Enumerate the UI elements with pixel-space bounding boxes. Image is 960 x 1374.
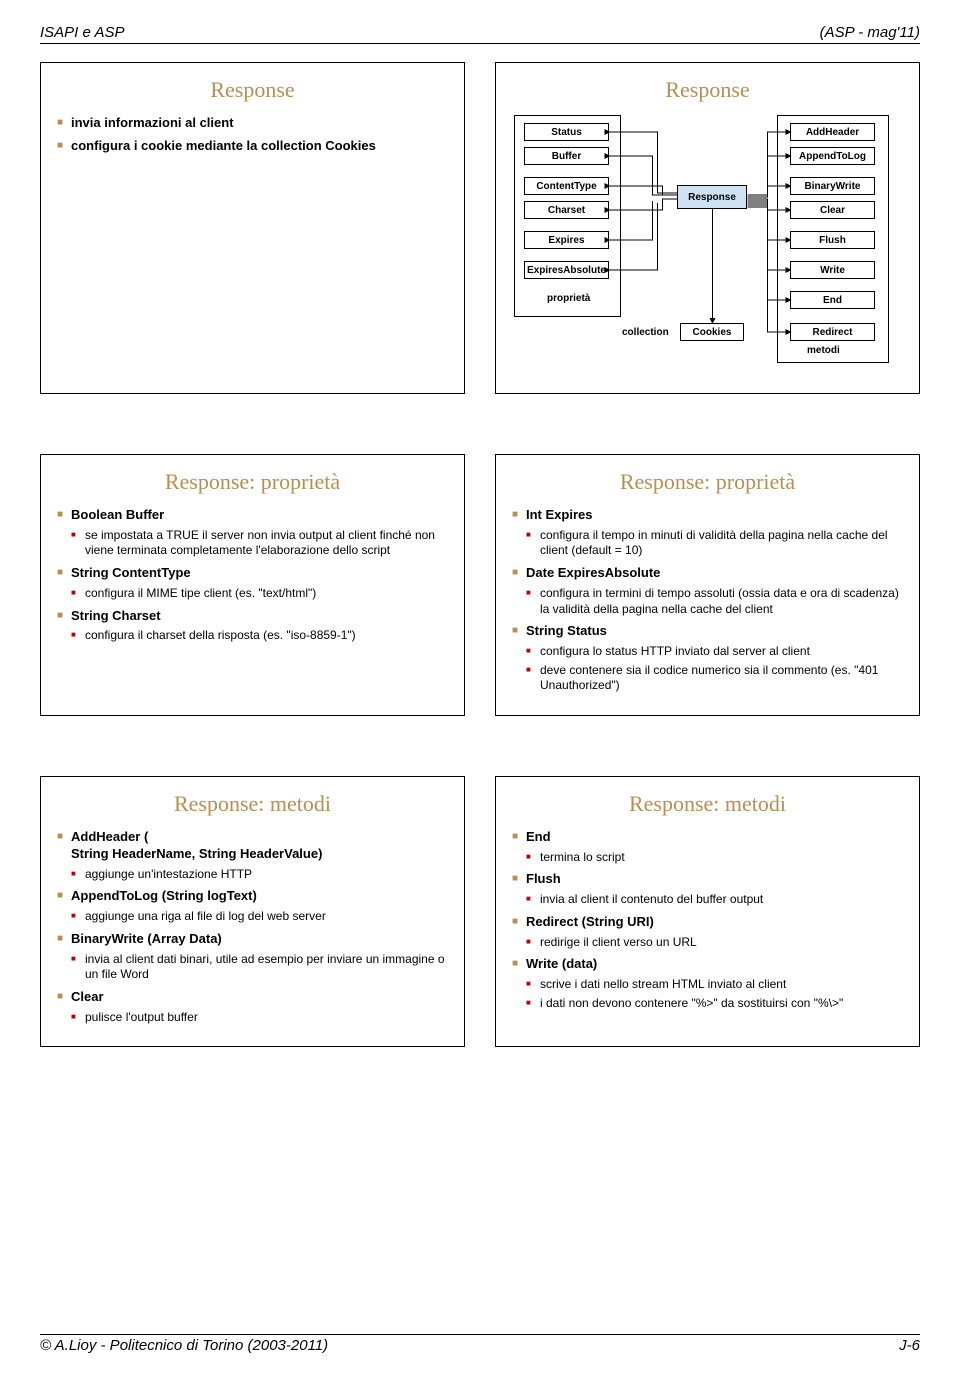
bullet: AppendToLog (String logText) bbox=[57, 888, 448, 905]
label-metodi: metodi bbox=[807, 345, 840, 356]
bullet: String Status bbox=[512, 623, 903, 640]
slide-proprieta-2: Response: proprietà Int Expires configur… bbox=[495, 454, 920, 716]
slide-title: Response bbox=[57, 77, 448, 103]
diagram: Status Buffer ContentType Charset Expire… bbox=[512, 115, 903, 375]
bullet: Date ExpiresAbsolute bbox=[512, 565, 903, 582]
sub-bullet: configura lo status HTTP inviato dal ser… bbox=[512, 644, 903, 660]
bullet: Redirect (String URI) bbox=[512, 914, 903, 931]
box-redirect: Redirect bbox=[790, 323, 875, 341]
bullet: String ContentType bbox=[57, 565, 448, 582]
sub-bullet: configura il charset della risposta (es.… bbox=[57, 628, 448, 644]
box-addheader: AddHeader bbox=[790, 123, 875, 141]
sub-bullet: se impostata a TRUE il server non invia … bbox=[57, 528, 448, 559]
box-status: Status bbox=[524, 123, 609, 141]
bullet: configura i cookie mediante la collectio… bbox=[57, 138, 448, 155]
row-2: Response: proprietà Boolean Buffer se im… bbox=[40, 454, 920, 716]
sub-bullet: deve contenere sia il codice numerico si… bbox=[512, 663, 903, 694]
slide-title: Response: proprietà bbox=[57, 469, 448, 495]
slide-proprieta-1: Response: proprietà Boolean Buffer se im… bbox=[40, 454, 465, 716]
box-expiresabs: ExpiresAbsolute bbox=[524, 261, 609, 279]
box-expires: Expires bbox=[524, 231, 609, 249]
box-buffer: Buffer bbox=[524, 147, 609, 165]
bullet: Int Expires bbox=[512, 507, 903, 524]
row-1: Response invia informazioni al client co… bbox=[40, 62, 920, 394]
page-footer: © A.Lioy - Politecnico di Torino (2003-2… bbox=[40, 1334, 920, 1354]
sub-bullet: i dati non devono contenere "%>" da sost… bbox=[512, 996, 903, 1012]
sub-bullet: scrive i dati nello stream HTML inviato … bbox=[512, 977, 903, 993]
box-cookies: Cookies bbox=[680, 323, 744, 341]
page-header: ISAPI e ASP (ASP - mag'11) bbox=[40, 24, 920, 44]
slide-metodi-2: Response: metodi End termina lo script F… bbox=[495, 776, 920, 1047]
slide-title: Response: metodi bbox=[512, 791, 903, 817]
page: ISAPI e ASP (ASP - mag'11) Response invi… bbox=[0, 0, 960, 1374]
box-binarywrite: BinaryWrite bbox=[790, 177, 875, 195]
sub-bullet: termina lo script bbox=[512, 850, 903, 866]
sub-bullet: invia al client il contenuto del buffer … bbox=[512, 892, 903, 908]
slide-title: Response: proprietà bbox=[512, 469, 903, 495]
box-flush: Flush bbox=[790, 231, 875, 249]
slide-title: Response: metodi bbox=[57, 791, 448, 817]
bullet: String Charset bbox=[57, 608, 448, 625]
bullet: BinaryWrite (Array Data) bbox=[57, 931, 448, 948]
sub-bullet: configura in termini di tempo assoluti (… bbox=[512, 586, 903, 617]
slide-title: Response bbox=[512, 77, 903, 103]
box-charset: Charset bbox=[524, 201, 609, 219]
label-proprieta: proprietà bbox=[547, 293, 590, 304]
sub-bullet: redirige il client verso un URL bbox=[512, 935, 903, 951]
sub-bullet: pulisce l'output buffer bbox=[57, 1010, 448, 1026]
label-collection: collection bbox=[622, 327, 669, 338]
footer-right: J-6 bbox=[899, 1337, 920, 1354]
header-left: ISAPI e ASP bbox=[40, 24, 125, 41]
bullet: Clear bbox=[57, 989, 448, 1006]
sub-bullet: invia al client dati binari, utile ad es… bbox=[57, 952, 448, 983]
bullet: Boolean Buffer bbox=[57, 507, 448, 524]
slide-metodi-1: Response: metodi AddHeader ( String Head… bbox=[40, 776, 465, 1047]
slide-response-diagram: Response Status Buffer ContentType Chars… bbox=[495, 62, 920, 394]
bullet: AddHeader ( String HeaderName, String He… bbox=[57, 829, 448, 863]
bullet: End bbox=[512, 829, 903, 846]
bullet: Flush bbox=[512, 871, 903, 888]
box-write: Write bbox=[790, 261, 875, 279]
sub-bullet: configura il tempo in minuti di validità… bbox=[512, 528, 903, 559]
row-3: Response: metodi AddHeader ( String Head… bbox=[40, 776, 920, 1047]
sub-bullet: aggiunge un'intestazione HTTP bbox=[57, 867, 448, 883]
bullet: invia informazioni al client bbox=[57, 115, 448, 132]
box-appendtolog: AppendToLog bbox=[790, 147, 875, 165]
slide-response-intro: Response invia informazioni al client co… bbox=[40, 62, 465, 394]
header-right: (ASP - mag'11) bbox=[820, 24, 920, 41]
sub-bullet: configura il MIME tipe client (es. "text… bbox=[57, 586, 448, 602]
box-contenttype: ContentType bbox=[524, 177, 609, 195]
footer-left: © A.Lioy - Politecnico di Torino (2003-2… bbox=[40, 1337, 328, 1354]
bullet: Write (data) bbox=[512, 956, 903, 973]
box-response-center: Response bbox=[677, 185, 747, 209]
sub-bullet: aggiunge una riga al file di log del web… bbox=[57, 909, 448, 925]
box-clear: Clear bbox=[790, 201, 875, 219]
box-end: End bbox=[790, 291, 875, 309]
